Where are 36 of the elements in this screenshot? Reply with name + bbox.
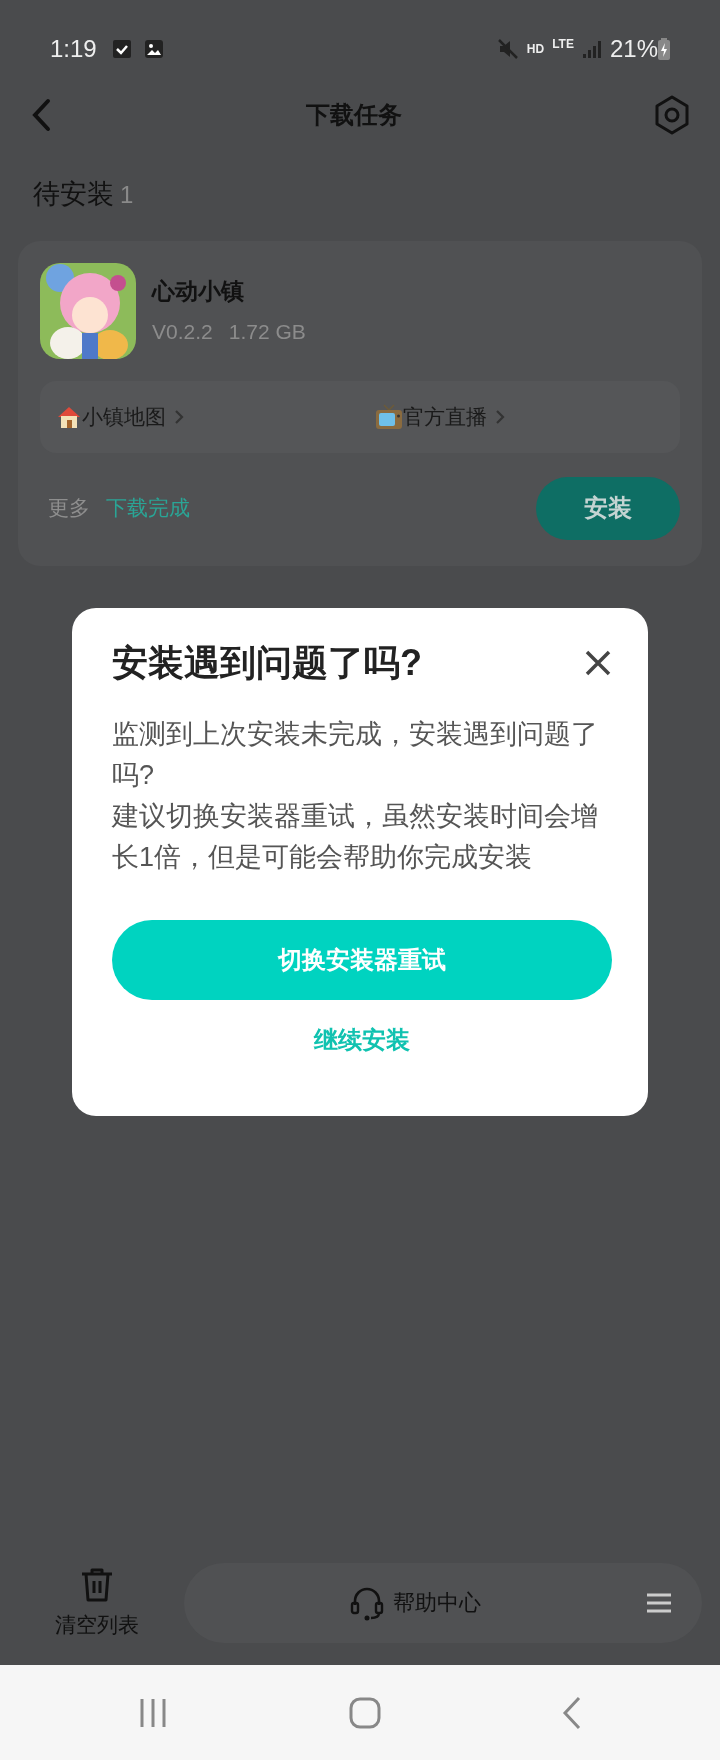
menu-icon[interactable] <box>646 1591 672 1614</box>
clear-list-label[interactable]: 清空列表 <box>55 1608 139 1641</box>
signal-icon <box>581 39 602 59</box>
more-link[interactable]: 更多 <box>48 492 90 524</box>
link-item[interactable]: 小镇地图 <box>82 400 166 433</box>
link-item[interactable]: 官方直播 <box>403 400 487 433</box>
image-icon <box>142 38 165 60</box>
dialog-message: 监测到上次安装未完成，安装遇到问题了吗? <box>112 718 599 792</box>
switch-installer-button[interactable]: 切换安装器重试 <box>112 920 612 1000</box>
network-label: HD <box>526 41 545 58</box>
home-icon[interactable] <box>349 1696 381 1729</box>
recent-apps-icon[interactable] <box>138 1696 169 1729</box>
chevron-right-icon <box>495 408 505 425</box>
status-time: 1:19 <box>50 34 97 64</box>
dialog-title: 安装遇到问题了吗? <box>112 641 422 685</box>
chevron-right-icon <box>174 408 184 425</box>
checkbox-icon <box>110 38 133 60</box>
continue-install-link[interactable]: 继续安装 <box>314 1022 410 1058</box>
dialog-message: 建议切换安装器重试，虽然安装时间会增长1倍，但是可能会帮助你完成安装 <box>112 800 599 874</box>
app-name: 心动小镇 <box>152 276 245 306</box>
section-count: 1 <box>120 180 134 210</box>
tv-icon <box>375 402 403 431</box>
page-title: 下载任务 <box>306 100 402 130</box>
settings-icon[interactable] <box>654 95 690 135</box>
section-title: 待安装 <box>33 178 114 211</box>
help-center-label[interactable]: 帮助中心 <box>393 1586 481 1619</box>
app-version: V0.2.2 <box>152 319 213 345</box>
app-size: 1.72 GB <box>228 319 306 345</box>
signal-type-label: LTE <box>552 36 574 53</box>
battery-charging-icon <box>658 38 670 60</box>
mute-icon <box>496 38 519 60</box>
battery-percent: 21% <box>609 34 658 64</box>
back-nav-icon[interactable] <box>561 1695 582 1730</box>
close-icon[interactable] <box>584 649 612 677</box>
install-button[interactable]: 安装 <box>536 476 680 540</box>
download-status: 下载完成 <box>106 495 190 522</box>
